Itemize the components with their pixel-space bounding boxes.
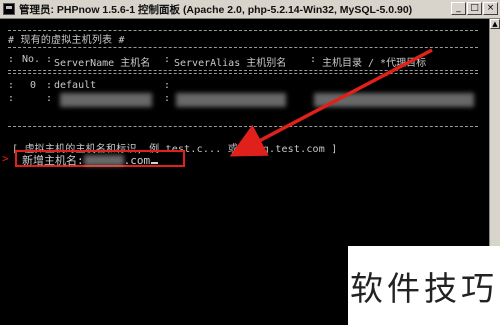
scroll-up-icon[interactable]: ▲ [490, 19, 500, 29]
red-arrow-line [229, 48, 433, 157]
watermark: 软件技巧 [348, 246, 500, 325]
